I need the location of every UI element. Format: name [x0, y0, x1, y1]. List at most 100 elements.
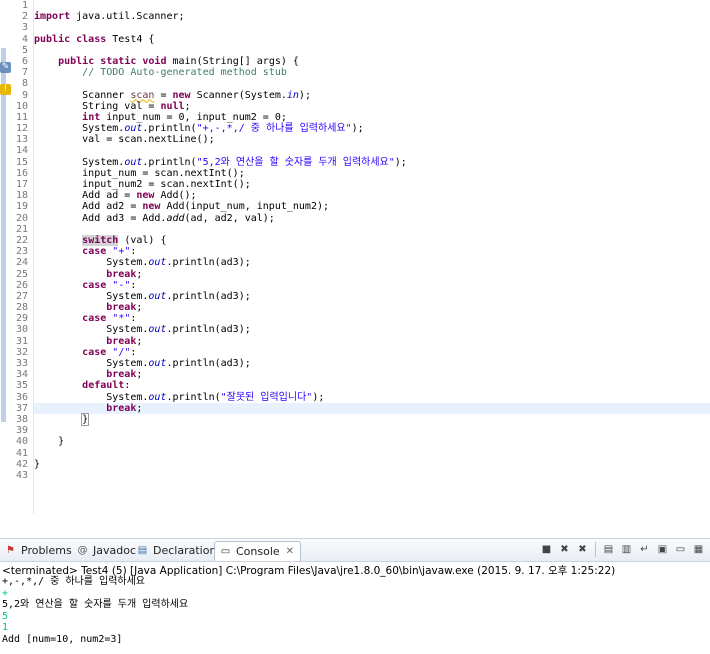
tab-javadoc[interactable]: @ Javadoc — [76, 542, 137, 558]
display-console-icon[interactable]: ▭ — [673, 542, 688, 557]
code-line: Add ad3 = Add.add(ad, ad2, val); — [34, 212, 275, 224]
word-wrap-icon[interactable]: ↵ — [637, 542, 652, 557]
line-number: 4 — [21, 33, 28, 45]
line-number: 39 — [15, 425, 28, 437]
code-line: case "-": — [82, 279, 137, 291]
line-number: 8 — [21, 78, 28, 90]
line-number: 14 — [15, 145, 28, 157]
line-number: 40 — [15, 436, 28, 448]
line-number: 27 — [15, 290, 28, 302]
tab-declaration[interactable]: ▤ Declaration — [136, 542, 217, 558]
code-line: input_num2 = scan.nextInt(); — [34, 179, 251, 190]
code-line: System.out.println(ad3); — [34, 290, 251, 302]
line-number: 42 — [15, 458, 28, 470]
line-number: 32 — [15, 346, 28, 358]
line-number: 12 — [15, 123, 28, 135]
scroll-lock-icon[interactable]: ▥ — [619, 542, 634, 557]
line-number: 3 — [21, 22, 28, 34]
code-line: case "+": — [82, 246, 137, 258]
line-number: 2 — [21, 11, 28, 23]
line-number: 20 — [15, 212, 28, 224]
terminate-icon[interactable]: ■ — [539, 542, 554, 557]
console-output[interactable]: +,-,*,/ 중 하나를 입력하세요 +5,2와 연산을 할 숫자를 두개 입력… — [2, 576, 710, 645]
code-line: break; — [106, 268, 143, 280]
line-number: 34 — [15, 369, 28, 381]
line-number: 23 — [15, 246, 28, 258]
declaration-icon: ▤ — [137, 544, 148, 556]
line-number: 21 — [15, 223, 28, 235]
line-number: 43 — [15, 469, 28, 481]
line-number: 1 — [21, 0, 28, 11]
problems-icon: ⚑ — [6, 544, 15, 556]
code-line: break; — [106, 369, 143, 381]
code-line: input_num = scan.nextInt(); — [34, 167, 245, 179]
code-line: switch (val) { — [82, 234, 167, 246]
changed-lines-marker — [1, 48, 6, 422]
code-line: case "*": — [82, 313, 137, 325]
view-tab-bar: ⚑ Problems @ Javadoc ▤ Declaration ▭ Con… — [0, 538, 710, 562]
line-number: 30 — [15, 324, 28, 336]
tab-problems[interactable]: ⚑ Problems — [4, 542, 72, 558]
remove-launch-icon[interactable]: ✖ — [557, 542, 572, 557]
remove-all-terminated-icon[interactable]: ✖ — [575, 542, 590, 557]
code-text-area[interactable]: import java.util.Scanner; public class T… — [34, 0, 710, 481]
code-line-current: break; — [34, 402, 710, 414]
code-line: public class Test4 { — [34, 33, 155, 45]
code-line: System.out.println("+,-,*,/ 중 하나를 입력하세요"… — [34, 123, 364, 135]
code-line: break; — [106, 335, 143, 347]
line-number: 36 — [15, 391, 28, 403]
code-line: System.out.println(ad3); — [34, 257, 251, 269]
console-input-line: 5 — [2, 610, 9, 622]
code-line: System.out.println(ad3); — [34, 358, 251, 369]
line-number: 5 — [21, 44, 28, 56]
open-console-icon[interactable]: ▦ — [691, 542, 706, 557]
line-number: 16 — [15, 167, 28, 179]
console-input-line: 1 — [2, 622, 9, 633]
line-number: 33 — [15, 358, 28, 369]
tab-label: Problems — [21, 543, 72, 557]
line-number: 35 — [15, 380, 28, 392]
tab-label: Console — [236, 545, 280, 558]
line-number: 31 — [15, 335, 28, 347]
close-icon[interactable]: ✕ — [286, 546, 294, 557]
console-view: ⚑ Problems @ Javadoc ▤ Declaration ▭ Con… — [0, 538, 710, 654]
line-number: 17 — [15, 179, 28, 190]
line-number: 15 — [15, 156, 28, 168]
overview-ruler: ✎ ! — [0, 0, 11, 514]
toolbar-divider — [595, 542, 596, 557]
line-number: 24 — [15, 257, 28, 269]
code-line: } — [34, 436, 65, 448]
code-editor[interactable]: ✎ ! 1 2 3 4 5 6 7 8 9 10 11 12 13 14 15 16 17 18 19 20 21 22 2… — [0, 0, 710, 514]
line-number: 28 — [15, 302, 28, 314]
tab-label: Declaration — [153, 543, 217, 557]
tab-console[interactable]: ▭ Console ✕ — [214, 541, 302, 561]
console-icon: ▭ — [220, 546, 231, 557]
line-number: 37 — [15, 402, 28, 414]
code-line: } — [34, 458, 41, 470]
line-number: 13 — [15, 134, 28, 146]
code-line: } — [81, 412, 90, 426]
code-line: Add ad2 = new Add(input_num, input_num2)… — [34, 201, 330, 213]
tab-label: Javadoc — [93, 543, 136, 557]
code-line: public static void main(String[] args) { — [58, 55, 299, 67]
code-line: System.out.println("잘못된 입력입니다"); — [34, 391, 325, 403]
code-line: case "/": — [82, 346, 137, 358]
code-line: break; — [106, 302, 143, 314]
line-number: 19 — [15, 201, 28, 213]
clear-console-icon[interactable]: ▤ — [601, 542, 616, 557]
line-number: 22 — [15, 234, 28, 246]
line-number: 11 — [15, 111, 28, 123]
code-line: String val = null; — [34, 100, 191, 112]
at-icon: @ — [77, 544, 88, 556]
line-number: 41 — [15, 447, 28, 459]
code-line: Scanner scan = new Scanner(System.in); — [34, 89, 311, 101]
console-input-line: + — [2, 587, 9, 599]
pin-console-icon[interactable]: ▣ — [655, 542, 670, 557]
line-number: 25 — [15, 268, 28, 280]
line-number: 29 — [15, 313, 28, 325]
